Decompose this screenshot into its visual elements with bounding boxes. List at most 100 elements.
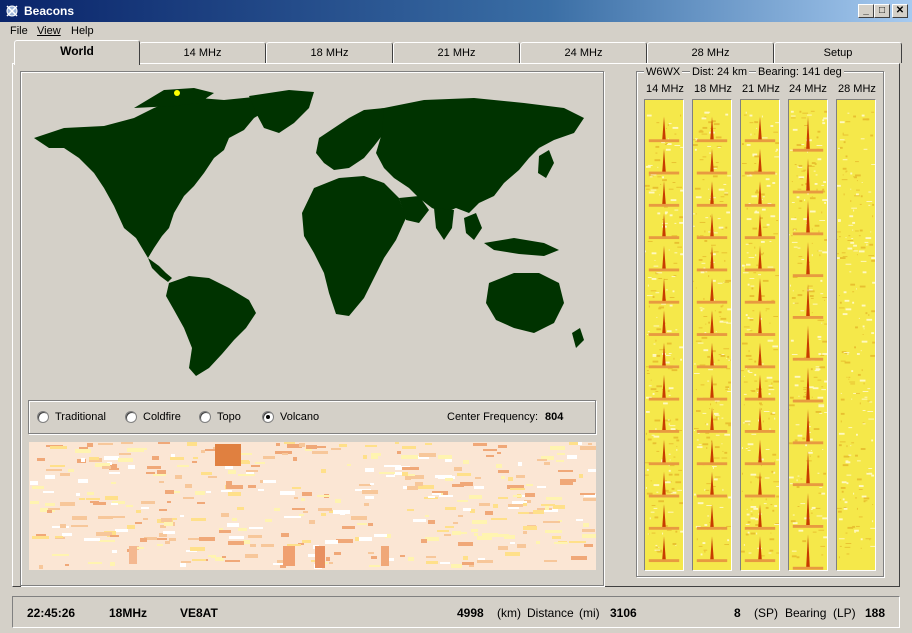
waterfall-noise: [408, 557, 414, 561]
band-noise: [680, 358, 683, 361]
waterfall-noise: [98, 516, 113, 519]
band-noise: [772, 345, 779, 348]
band-noise: [776, 148, 779, 151]
band-noise: [696, 235, 699, 237]
band-noise: [750, 390, 752, 392]
band-signal-peak: [806, 492, 810, 527]
maximize-button[interactable]: □: [874, 4, 890, 18]
menu-help[interactable]: Help: [71, 25, 94, 37]
radio-coldfire[interactable]: Coldfire: [125, 411, 181, 423]
band-noise: [693, 363, 696, 365]
tab-21mhz[interactable]: 21 MHz: [393, 42, 520, 63]
band-noise: [821, 211, 823, 214]
band-noise: [647, 184, 650, 187]
band-noise: [862, 391, 869, 392]
band-noise: [763, 411, 770, 412]
band-noise: [794, 439, 798, 442]
band-signal-line: [648, 139, 680, 143]
band-noise: [857, 373, 861, 376]
waterfall-noise: [225, 466, 233, 469]
band-noise: [818, 353, 822, 355]
menu-view[interactable]: View: [37, 25, 61, 37]
close-button[interactable]: ✕: [892, 4, 908, 18]
band-noise: [838, 444, 842, 447]
band-noise: [653, 325, 660, 327]
band-noise: [820, 545, 826, 547]
waterfall-noise: [544, 560, 557, 562]
radio-traditional[interactable]: Traditional: [37, 411, 106, 423]
band-noise: [719, 201, 724, 202]
band-noise: [675, 481, 682, 484]
waterfall-noise: [438, 455, 452, 459]
band-noise: [848, 235, 851, 237]
waterfall-noise: [293, 457, 297, 461]
waterfall-noise: [157, 544, 163, 546]
band-noise: [852, 291, 855, 293]
band-noise: [789, 234, 790, 236]
band-noise: [762, 252, 764, 255]
band-noise: [870, 134, 874, 137]
waterfall-noise: [493, 504, 498, 508]
waterfall-noise: [71, 525, 88, 527]
waterfall-noise: [93, 502, 106, 505]
tab-28mhz[interactable]: 28 MHz: [647, 42, 774, 63]
band-noise: [771, 470, 774, 473]
menu-file[interactable]: File: [10, 25, 28, 37]
radio-volcano[interactable]: Volcano: [262, 411, 319, 423]
waterfall-noise: [513, 495, 522, 497]
band-noise: [863, 328, 865, 330]
band-noise: [648, 191, 655, 194]
band-noise: [775, 122, 779, 124]
band-noise: [713, 251, 719, 253]
band-noise: [797, 475, 800, 477]
band-signal-line: [792, 316, 824, 319]
band-signal-peak: [710, 181, 714, 206]
tab-14mhz[interactable]: 14 MHz: [139, 42, 266, 63]
band-noise: [815, 368, 821, 371]
band-noise: [718, 354, 722, 355]
tab-24mhz[interactable]: 24 MHz: [520, 42, 647, 63]
band-noise: [752, 153, 758, 156]
radio-label: Volcano: [280, 411, 320, 423]
band-signal-peak: [758, 245, 762, 271]
tab-world[interactable]: World: [14, 40, 140, 65]
band-signal-line: [792, 566, 824, 570]
minimize-button[interactable]: _: [858, 4, 874, 18]
band-noise: [747, 316, 750, 319]
band-noise: [858, 488, 863, 490]
band-noise: [755, 518, 759, 521]
band-noise: [699, 364, 706, 366]
band-noise: [674, 133, 677, 135]
waterfall-noise: [140, 538, 147, 542]
tab-setup[interactable]: Setup: [774, 42, 902, 63]
band-noise: [760, 253, 763, 256]
band-noise: [856, 507, 858, 510]
tab-18mhz[interactable]: 18 MHz: [266, 42, 393, 63]
waterfall-noise: [369, 565, 380, 567]
band-noise: [660, 183, 662, 185]
waterfall-noise: [169, 538, 176, 541]
waterfall-noise: [425, 443, 432, 445]
waterfall-noise: [111, 482, 116, 484]
band-column-14: [644, 99, 684, 571]
waterfall-noise: [72, 516, 87, 520]
band-noise: [766, 184, 771, 187]
band-noise: [699, 235, 704, 237]
band-noise: [666, 529, 672, 531]
waterfall-noise: [550, 446, 565, 450]
band-noise: [811, 506, 816, 509]
band-noise: [698, 259, 703, 261]
band-noise: [673, 262, 678, 264]
band-noise: [861, 495, 867, 498]
band-noise: [664, 489, 669, 492]
band-noise: [748, 358, 753, 360]
band-signal-line: [744, 365, 776, 369]
band-noise: [810, 368, 813, 371]
band-label-28: 28 MHz: [838, 83, 876, 95]
radio-topo[interactable]: Topo: [199, 411, 241, 423]
band-noise: [851, 238, 854, 240]
waterfall-noise: [227, 523, 239, 527]
waterfall-noise: [452, 531, 461, 535]
band-noise: [749, 330, 753, 332]
band-noise: [837, 220, 841, 222]
